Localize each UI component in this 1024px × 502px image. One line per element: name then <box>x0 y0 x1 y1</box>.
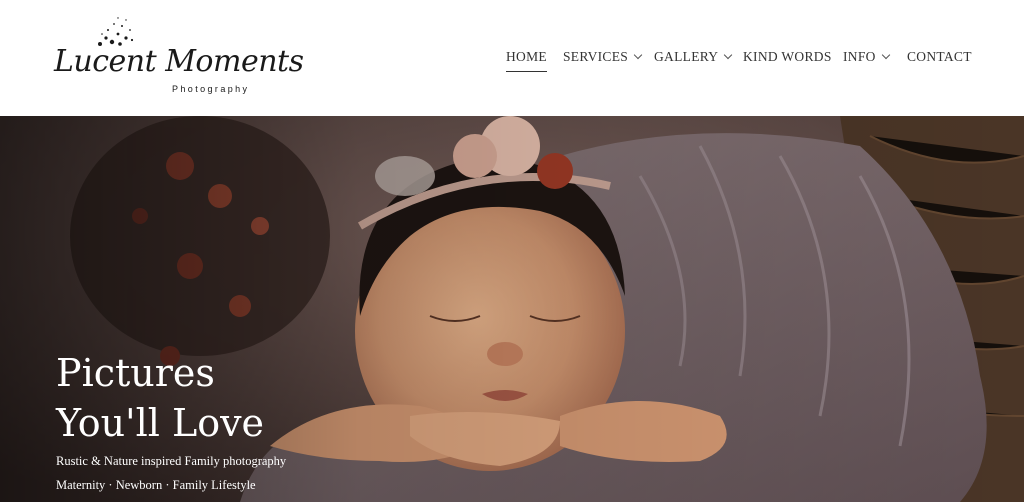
chevron-down-icon <box>881 50 890 60</box>
brand-logo[interactable]: Lucent Moments Photography <box>54 14 304 100</box>
nav-item-contact[interactable]: CONTACT <box>907 49 972 65</box>
nav-services-label: SERVICES <box>563 49 629 64</box>
nav-item-gallery[interactable]: GALLERY <box>654 49 733 65</box>
hero-title-line2: You'll Love <box>56 401 265 445</box>
brand-tagline: Photography <box>172 84 250 94</box>
brand-name: Lucent Moments <box>54 44 304 79</box>
nav-item-services[interactable]: SERVICES <box>563 49 643 65</box>
nav-item-info[interactable]: INFO <box>843 49 890 65</box>
hero-services: Maternity · Newborn · Family Lifestyle <box>56 478 256 492</box>
chevron-down-icon <box>633 50 643 60</box>
nav-info-label: INFO <box>843 49 876 64</box>
nav-item-kind-words[interactable]: KIND WORDS <box>743 49 832 65</box>
nav-item-home[interactable]: HOME <box>506 49 547 72</box>
chevron-down-icon <box>724 50 733 60</box>
nav-kind-words-label: KIND WORDS <box>743 49 832 64</box>
nav-contact-label: CONTACT <box>907 49 972 64</box>
nav-gallery-label: GALLERY <box>654 49 719 64</box>
hero-banner: Pictures You'll Love Rustic & Nature ins… <box>0 116 1024 502</box>
hero-title: Pictures You'll Love <box>56 348 356 448</box>
nav-home-label: HOME <box>506 49 547 64</box>
hero-subtitle: Rustic & Nature inspired Family photogra… <box>56 454 287 468</box>
site-header: Lucent Moments Photography HOME SERVICES… <box>0 0 1024 116</box>
hero-title-line1: Pictures <box>56 351 215 395</box>
